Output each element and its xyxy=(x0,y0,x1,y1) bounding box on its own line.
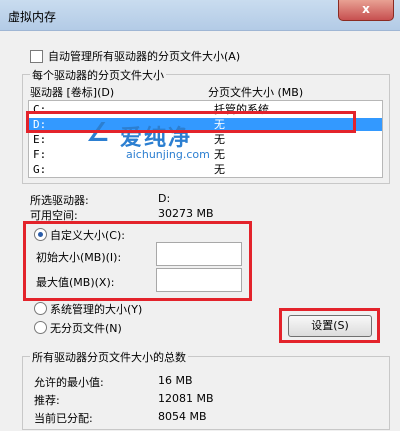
no-paging-radio[interactable] xyxy=(34,321,47,334)
current-allocated-label: 当前已分配: xyxy=(34,412,93,425)
auto-manage-checkbox[interactable] xyxy=(30,50,43,63)
auto-manage-label: 自动管理所有驱动器的分页文件大小(A) xyxy=(48,50,241,63)
size-column-header: 分页文件大小 (MB) xyxy=(208,86,304,99)
annotation-highlight-custom-size xyxy=(23,221,252,301)
per-drive-group-title: 每个驱动器的分页文件大小 xyxy=(30,67,166,83)
no-paging-label: 无分页文件(N) xyxy=(50,322,122,335)
watermark-url: aichunjing.com xyxy=(126,148,210,161)
drive-letter: G: xyxy=(33,163,47,176)
selected-drive-label: 所选驱动器: xyxy=(30,194,89,207)
recommended-value: 12081 MB xyxy=(158,392,214,405)
totals-group-title: 所有驱动器分页文件大小的总数 xyxy=(30,349,188,365)
annotation-highlight-drive-row xyxy=(26,111,356,133)
drive-column-header: 驱动器 [卷标](D) xyxy=(30,86,115,99)
current-allocated-value: 8054 MB xyxy=(158,410,207,423)
drive-letter: F: xyxy=(33,148,47,161)
recommended-label: 推荐: xyxy=(34,394,60,407)
min-allowed-value: 16 MB xyxy=(158,374,193,387)
free-space-value: 30273 MB xyxy=(158,207,214,220)
system-managed-radio[interactable] xyxy=(34,302,47,315)
min-allowed-label: 允许的最小值: xyxy=(34,376,104,389)
system-managed-label: 系统管理的大小(Y) xyxy=(50,303,143,316)
close-button[interactable]: x xyxy=(338,0,394,21)
drive-letter: E: xyxy=(33,133,47,146)
window-title: 虚拟内存 xyxy=(8,10,57,24)
selected-drive-value: D: xyxy=(158,192,171,205)
annotation-highlight-set-button xyxy=(279,308,380,343)
